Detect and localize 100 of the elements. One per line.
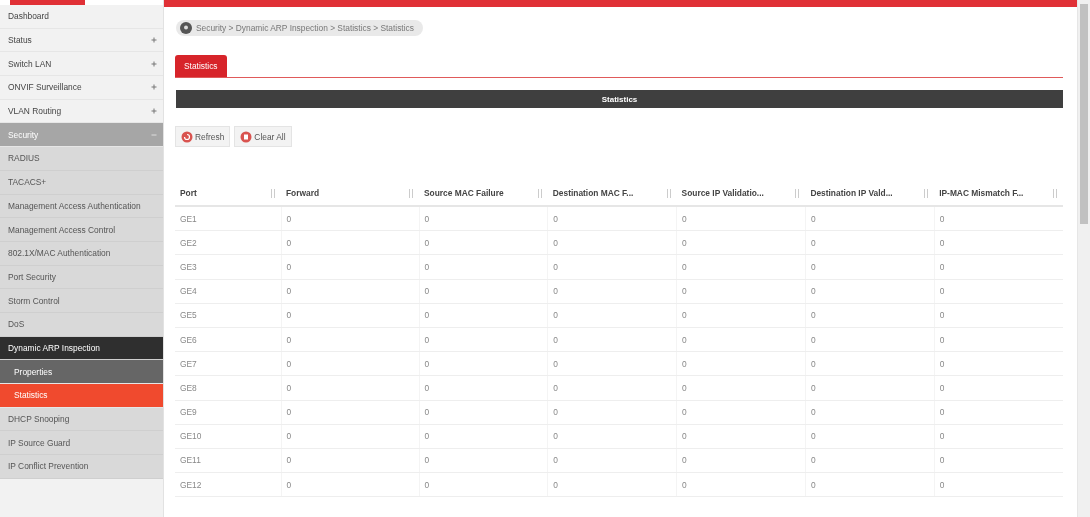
table-cell: 0 [419, 254, 548, 280]
table-cell: GE4 [175, 279, 281, 304]
sidebar-item[interactable]: IP Source Guard [0, 431, 163, 456]
table-cell: 0 [676, 327, 806, 352]
sort-icon [923, 188, 930, 198]
table-cell: 0 [419, 448, 548, 473]
sidebar-item[interactable]: Management Access Authentication [0, 194, 163, 219]
clear-button[interactable]: Clear All [234, 126, 292, 147]
table-cell: 0 [547, 472, 677, 497]
expand-icon [151, 37, 157, 44]
table-cell: GE7 [175, 351, 281, 376]
table-cell: 0 [805, 424, 935, 449]
column-header[interactable]: Source MAC Failure [419, 181, 548, 206]
table-cell: 0 [547, 279, 677, 304]
table-cell: 0 [281, 303, 419, 328]
column-header[interactable]: Forward [281, 181, 419, 206]
sidebar-item[interactable]: ONVIF Surveillance [0, 76, 163, 100]
table-cell: 0 [547, 351, 677, 376]
table-cell: 0 [676, 424, 806, 449]
table-cell: GE3 [175, 254, 281, 280]
table-cell: 0 [281, 279, 419, 304]
table-cell: 0 [805, 351, 935, 376]
sidebar-item[interactable]: Port Security [0, 265, 163, 290]
table-cell: 0 [934, 327, 1063, 352]
table-cell: 0 [805, 230, 935, 255]
sidebar-item[interactable]: Management Access Control [0, 218, 163, 242]
table-cell: 0 [419, 327, 548, 352]
table-cell: 0 [281, 448, 419, 473]
table-cell: GE8 [175, 375, 281, 400]
table-cell: 0 [934, 206, 1063, 231]
table-cell: 0 [419, 279, 548, 304]
table-cell: 0 [547, 424, 677, 449]
table-cell: 0 [805, 400, 935, 425]
table-cell: 0 [419, 400, 548, 425]
table-cell: GE1 [175, 206, 281, 231]
sidebar-item[interactable]: RADIUS [0, 147, 163, 171]
table-cell: 0 [547, 206, 677, 231]
sort-icon [794, 188, 801, 198]
table-cell: 0 [676, 303, 806, 328]
table-cell: 0 [934, 230, 1063, 255]
table-cell: 0 [281, 375, 419, 400]
table-cell: 0 [419, 424, 548, 449]
sidebar-item[interactable]: IP Conflict Prevention [0, 455, 163, 479]
expand-icon [151, 131, 157, 138]
sidebar-item[interactable]: Dynamic ARP Inspection [0, 336, 163, 361]
table-cell: 0 [281, 254, 419, 280]
table-cell: 0 [419, 206, 548, 231]
sidebar-item[interactable]: Dashboard [0, 5, 163, 29]
table-cell: GE2 [175, 230, 281, 255]
table-cell: 0 [419, 230, 548, 255]
sidebar-item[interactable]: Switch LAN [0, 52, 163, 77]
trash-icon [240, 130, 253, 143]
sidebar-item[interactable]: DoS [0, 312, 163, 337]
table-cell: GE12 [175, 472, 281, 497]
table-cell: 0 [547, 327, 677, 352]
table-cell: 0 [934, 279, 1063, 304]
expand-icon [151, 108, 157, 115]
column-header[interactable]: Port [175, 181, 281, 206]
table-cell: 0 [676, 472, 806, 497]
sort-icon [1052, 188, 1058, 198]
table-cell: 0 [419, 303, 548, 328]
sort-icon [408, 188, 414, 198]
table-cell: 0 [934, 448, 1063, 473]
table-cell: 0 [676, 206, 806, 231]
sidebar-item[interactable]: Statistics [0, 384, 163, 408]
table-cell: 0 [547, 375, 677, 400]
table-cell: 0 [281, 327, 419, 352]
sidebar-item[interactable]: 802.1X/MAC Authentication [0, 241, 163, 266]
table-cell: 0 [805, 327, 935, 352]
table-cell: 0 [934, 254, 1063, 280]
expand-icon [151, 84, 157, 91]
sort-icon [665, 188, 672, 198]
column-header[interactable]: Destination MAC F... [547, 181, 677, 206]
sidebar-item[interactable]: Storm Control [0, 289, 163, 313]
table-cell: 0 [805, 254, 935, 280]
table-cell: 0 [805, 303, 935, 328]
breadcrumb-path: Security > Dynamic ARP Inspection > Statistics > Statistics [196, 23, 414, 33]
table-cell: GE10 [175, 424, 281, 449]
table-cell: 0 [934, 472, 1063, 497]
table-cell: 0 [281, 230, 419, 255]
sidebar-item[interactable]: Properties [0, 360, 163, 384]
sidebar-item[interactable]: TACACS+ [0, 170, 163, 195]
table-cell: 0 [676, 375, 806, 400]
table-cell: 0 [934, 424, 1063, 449]
scrollbar[interactable] [1077, 0, 1090, 517]
table-cell: 0 [281, 424, 419, 449]
column-header[interactable]: Source IP Validatio... [676, 181, 806, 206]
sidebar-item[interactable]: Status [0, 28, 163, 53]
table-cell: 0 [676, 230, 806, 255]
table-cell: 0 [547, 303, 677, 328]
table-cell: GE11 [175, 448, 281, 473]
column-header[interactable]: IP-MAC Mismatch F... [934, 181, 1063, 206]
table-cell: 0 [676, 351, 806, 376]
table-cell: 0 [805, 375, 935, 400]
column-header[interactable]: Destination IP Vald... [805, 181, 935, 206]
refresh-button[interactable]: Refresh [175, 126, 231, 147]
table-cell: 0 [547, 230, 677, 255]
table-cell: 0 [281, 351, 419, 376]
tab[interactable]: Statistics [175, 55, 227, 77]
sidebar-item[interactable]: DHCP Snooping [0, 407, 163, 432]
